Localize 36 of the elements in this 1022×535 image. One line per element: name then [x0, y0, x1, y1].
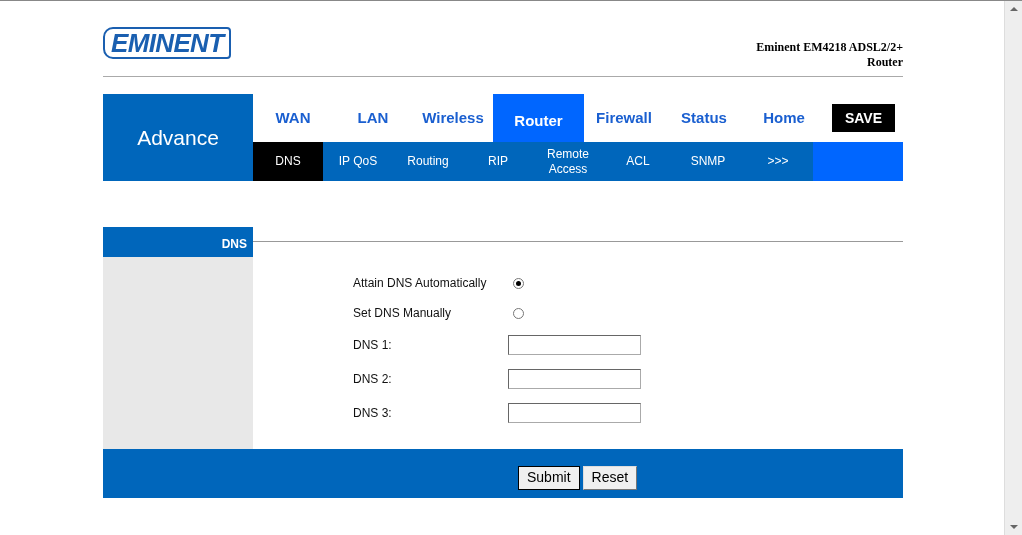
field-label: DNS 1:	[353, 337, 393, 354]
nav-tab[interactable]: Home	[744, 94, 824, 142]
radio-button[interactable]	[513, 277, 524, 289]
option-label: Set DNS Manually	[353, 305, 453, 322]
scrollbar[interactable]	[1004, 1, 1022, 535]
option-label: Attain DNS Automatically	[353, 275, 488, 292]
sub-tab[interactable]: SNMP	[673, 142, 743, 181]
form-button[interactable]: Submit	[518, 465, 580, 490]
product-title: Eminent EM4218 ADSL2/2+	[756, 40, 903, 55]
logo: EMINENT	[103, 27, 232, 59]
sub-tab[interactable]: DNS	[253, 142, 323, 181]
form-button[interactable]: Reset	[582, 465, 638, 490]
save-button[interactable]: SAVE	[831, 104, 896, 132]
field-label: DNS 2:	[353, 371, 393, 388]
nav-tab[interactable]: Wireless	[413, 94, 493, 142]
radio-button[interactable]	[513, 307, 524, 319]
sub-tab[interactable]: >>>	[743, 142, 813, 181]
dns-input-field[interactable]	[508, 369, 641, 389]
dns-input-field[interactable]	[508, 335, 641, 355]
sub-tab[interactable]: ACL	[603, 142, 673, 181]
sidebar-title[interactable]: DNS	[103, 227, 253, 257]
section-title: Advance	[103, 94, 253, 181]
nav-tab[interactable]: WAN	[253, 94, 333, 142]
nav-tab[interactable]: Router	[493, 94, 584, 142]
sub-tab[interactable]: Remote Access	[533, 142, 603, 181]
scroll-down-icon[interactable]	[1009, 525, 1018, 529]
nav-tab[interactable]: LAN	[333, 94, 413, 142]
sub-tab[interactable]: RIP	[463, 142, 533, 181]
nav-tab[interactable]: Firewall	[584, 94, 664, 142]
dns-input-field[interactable]	[508, 403, 641, 423]
field-label: DNS 3:	[353, 405, 393, 422]
scroll-up-icon[interactable]	[1009, 7, 1018, 11]
sub-tab[interactable]: Routing	[393, 142, 463, 181]
nav-tab[interactable]: Status	[664, 94, 744, 142]
sub-tab[interactable]: IP QoS	[323, 142, 393, 181]
product-title: Router	[866, 55, 903, 70]
